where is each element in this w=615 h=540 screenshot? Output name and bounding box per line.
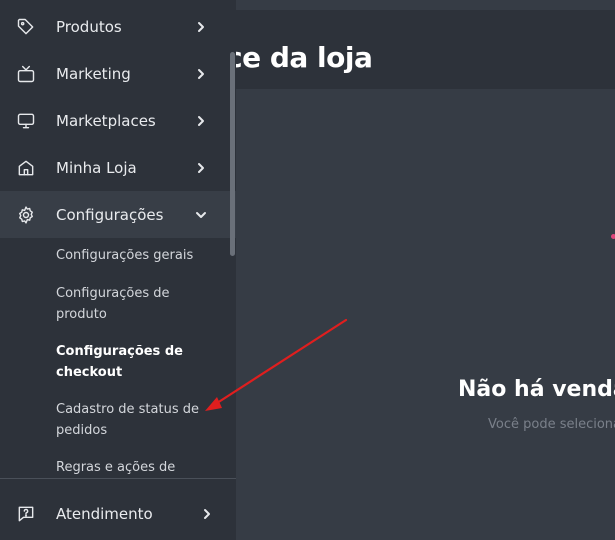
- empty-state-title: Não há vendas: [458, 377, 615, 402]
- home-icon: [16, 158, 36, 178]
- sidebar-item-marketing[interactable]: Marketing: [0, 50, 236, 97]
- chevron-right-icon: [194, 161, 208, 175]
- help-chat-icon: [16, 504, 36, 524]
- monitor-icon: [16, 111, 36, 131]
- chart-marker-dot: [611, 234, 615, 239]
- chevron-down-icon: [194, 208, 208, 222]
- chevron-right-icon: [194, 114, 208, 128]
- sidebar-item-label: Produtos: [56, 17, 122, 36]
- submenu-item-configuracoes-produto[interactable]: Configurações de produto: [56, 283, 206, 325]
- submenu-item-configuracoes-checkout[interactable]: Configurações de checkout: [56, 341, 206, 383]
- sidebar-item-label: Marketplaces: [56, 111, 156, 130]
- sidebar-menu: Produtos Marketing Marketplaces Minha Lo…: [0, 0, 236, 478]
- sidebar-item-minha-loja[interactable]: Minha Loja: [0, 144, 236, 191]
- sidebar-item-atendimento[interactable]: Atendimento: [0, 490, 236, 537]
- page-title: ce da loja: [236, 41, 373, 74]
- submenu-item-regras-acoes[interactable]: Regras e ações de: [56, 457, 206, 478]
- empty-state-subtitle: Você pode seleciona: [488, 417, 615, 432]
- chevron-right-icon: [194, 67, 208, 81]
- submenu-item-cadastro-status-pedidos[interactable]: Cadastro de status de pedidos: [56, 399, 206, 441]
- sidebar-item-marketplaces[interactable]: Marketplaces: [0, 97, 236, 144]
- sidebar-item-label: Minha Loja: [56, 158, 137, 177]
- page-header: ce da loja: [236, 10, 615, 89]
- main-content: ce da loja Não há vendas Você pode selec…: [236, 0, 615, 540]
- divider: [0, 478, 236, 479]
- sidebar-item-configuracoes[interactable]: Configurações: [0, 191, 236, 238]
- tv-icon: [16, 64, 36, 84]
- tag-icon: [16, 17, 36, 37]
- gear-icon: [16, 205, 36, 225]
- sidebar-item-label: Marketing: [56, 64, 131, 83]
- submenu-item-configuracoes-gerais[interactable]: Configurações gerais: [56, 245, 206, 266]
- sidebar-scrollbar[interactable]: [230, 52, 235, 256]
- sidebar-item-produtos[interactable]: Produtos: [0, 3, 236, 50]
- sidebar-item-label: Configurações: [56, 205, 164, 224]
- sidebar: Produtos Marketing Marketplaces Minha Lo…: [0, 0, 236, 540]
- chevron-right-icon: [194, 20, 208, 34]
- chevron-right-icon: [200, 507, 214, 521]
- sidebar-item-label: Atendimento: [56, 504, 153, 523]
